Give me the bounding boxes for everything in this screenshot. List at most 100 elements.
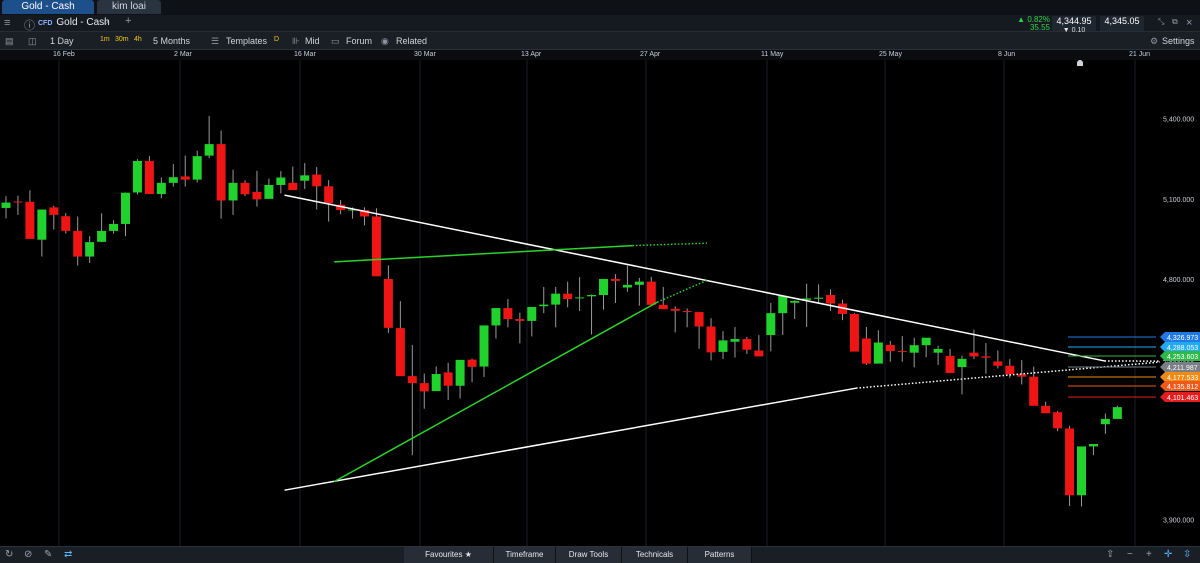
interval-1m[interactable]: 1m (100, 36, 110, 43)
candle-body (168, 177, 178, 183)
sell-price-button[interactable]: 4,344.95 ▼ 0.10 (1052, 16, 1096, 34)
candle-body (109, 223, 119, 231)
candle-body (587, 294, 597, 297)
interval-4h[interactable]: 4h (134, 36, 142, 43)
close-icon[interactable]: × (1186, 17, 1192, 29)
candle-body (814, 297, 824, 299)
settings-button[interactable]: Settings (1162, 36, 1195, 46)
sidebar-icon[interactable]: ◫ (28, 36, 37, 47)
candle-body (1041, 405, 1051, 414)
forum-icon[interactable]: ▭ (331, 36, 340, 47)
info-icon[interactable]: ⓘ (24, 17, 35, 33)
refresh-icon[interactable]: ↻ (5, 549, 13, 560)
x-tick-label: 16 Mar (294, 51, 316, 58)
d-toggle[interactable]: D (274, 36, 279, 43)
favourites-tab[interactable]: Favourites ★ (404, 547, 494, 563)
x-tick-label: 27 Apr (640, 51, 661, 58)
timeframe-tab[interactable]: Timeframe (494, 547, 556, 563)
technicals-tab[interactable]: Technicals (622, 547, 688, 563)
templates-icon[interactable]: ☰ (211, 36, 219, 47)
candle-body (97, 230, 107, 242)
y-tick-label: 5,100.000 (1163, 197, 1194, 204)
zoom-in-icon[interactable]: + (1146, 549, 1152, 560)
trendline-extension (632, 242, 707, 247)
candlestick-chart[interactable] (0, 60, 1160, 546)
price-tag-label: 4,177.533 (1167, 375, 1198, 382)
zoom-out-icon[interactable]: − (1127, 549, 1133, 560)
candle-body (873, 342, 883, 364)
candle-body (443, 372, 453, 386)
candle-body (742, 339, 752, 350)
candle-body (395, 328, 405, 377)
candle-body (503, 308, 513, 320)
candle-body (646, 281, 656, 305)
candle-body (957, 358, 967, 368)
candle-body (276, 177, 286, 185)
candle-body (897, 351, 907, 353)
mid-icon[interactable]: ⊪ (292, 36, 300, 47)
related-icon[interactable]: ◉ (381, 36, 389, 47)
expand-icon[interactable]: ⤡ (1158, 17, 1164, 27)
mid-button[interactable]: Mid (305, 36, 320, 46)
layout-icon[interactable]: ▤ (5, 36, 14, 47)
candle-body (527, 307, 537, 321)
pencil-icon[interactable]: ✎ (44, 549, 52, 560)
candle-body (599, 278, 608, 295)
templates-button[interactable]: Templates (226, 36, 267, 46)
search-icon[interactable]: ⌕ (103, 16, 109, 29)
x-tick-label: 13 Apr (521, 51, 542, 58)
tab-gold-cash[interactable]: Gold - Cash (2, 0, 94, 14)
candle-body (455, 359, 465, 386)
add-icon[interactable]: + (125, 15, 131, 27)
candle-body (981, 356, 991, 358)
range-select[interactable]: 5 Months (153, 36, 190, 46)
candle-body (312, 174, 322, 187)
price-tag-label: 4,326.973 (1167, 335, 1198, 342)
x-tick-label: 25 May (879, 51, 902, 58)
candle-body (610, 278, 620, 281)
candle-body (575, 297, 585, 299)
candle-body (634, 281, 644, 285)
forum-button[interactable]: Forum (346, 36, 372, 46)
candle-body (288, 182, 298, 191)
interval-select[interactable]: 1 Day (50, 36, 74, 46)
symbol-name: Gold - Cash (56, 17, 110, 28)
price-change: ▲ 0.82% 35.55 (1014, 16, 1050, 32)
x-tick-label: 16 Feb (53, 51, 75, 58)
candle-body (1053, 412, 1063, 429)
symbol-title: CFD Gold - Cash (38, 17, 110, 28)
candle-body (479, 325, 489, 367)
symbol-bar: ≡ ⓘ CFD Gold - Cash ⌕ + ▲ 0.82% 35.55 4,34… (0, 15, 1200, 34)
settings-gear-icon[interactable]: ⚙ (1150, 36, 1158, 47)
price-axis[interactable]: 5,400.0005,100.0004,800.0004,500.0003,90… (1160, 60, 1200, 546)
tab-kim-loai[interactable]: kim loai (97, 0, 161, 14)
trendline (284, 194, 1105, 362)
time-axis: 16 Feb 2 Mar 16 Mar 30 Mar 13 Apr 27 Apr… (0, 50, 1200, 60)
draw-tools-tab[interactable]: Draw Tools (556, 547, 622, 563)
tab-strip: Gold - Cash kim loai (0, 0, 1200, 15)
detach-icon[interactable]: ⧉ (1172, 17, 1178, 27)
share-icon[interactable]: ⇄ (64, 549, 72, 560)
candle-body (25, 201, 35, 239)
candle-body (670, 308, 680, 311)
ban-icon[interactable]: ⊘ (24, 549, 32, 560)
candle-body (563, 293, 573, 299)
candle-body (144, 160, 154, 195)
buy-price-button[interactable]: 4,345.05 (1100, 16, 1144, 31)
candle-body (132, 160, 142, 193)
y-tick-label: 5,400.000 (1163, 117, 1194, 124)
candle-body (121, 192, 130, 224)
candle-body (73, 230, 83, 257)
x-tick-label: 8 Jun (998, 51, 1016, 58)
patterns-tab[interactable]: Patterns (688, 547, 752, 563)
interval-30m[interactable]: 30m (115, 36, 129, 43)
menu-icon[interactable]: ≡ (4, 17, 10, 29)
upload-icon[interactable]: ⇪ (1106, 549, 1114, 560)
candle-body (324, 186, 334, 204)
candle-body (706, 326, 716, 353)
crosshair-icon[interactable]: ✛ (1164, 549, 1172, 560)
related-button[interactable]: Related (396, 36, 427, 46)
candle-body (730, 339, 740, 342)
candle-body (228, 182, 238, 201)
fit-icon[interactable]: ⇳ (1183, 549, 1191, 560)
